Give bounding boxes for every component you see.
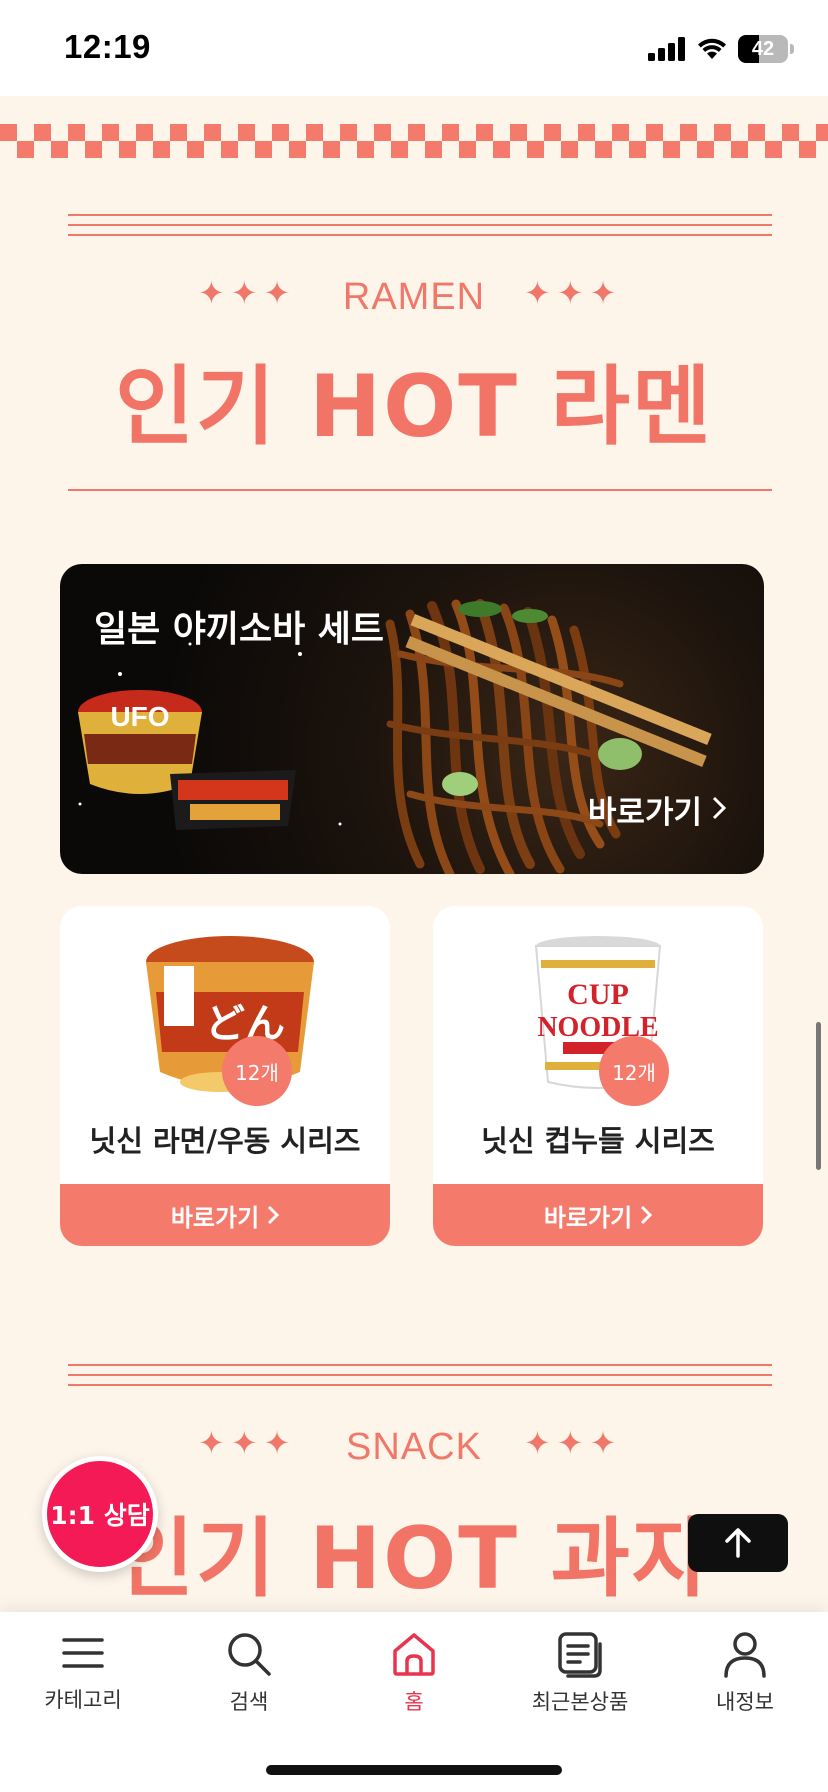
- card-go-button[interactable]: 바로가기: [433, 1184, 763, 1246]
- card-go-label: 바로가기: [543, 1203, 633, 1232]
- battery-icon: 42: [738, 35, 788, 63]
- card-title: 닛신 라면/우동 시리즈: [89, 1124, 361, 1158]
- chevron-right-icon: [641, 1205, 653, 1225]
- card-go-label: 바로가기: [170, 1203, 260, 1232]
- section-title: 인기 HOT 라멘: [114, 357, 714, 457]
- nav-label: 최근본상품: [531, 1690, 629, 1714]
- nav-item-search[interactable]: 검색: [166, 1630, 332, 1726]
- search-icon: [228, 1633, 271, 1676]
- banner-title: 일본 야끼소바 세트: [94, 609, 385, 650]
- home-icon: [393, 1633, 435, 1676]
- divider-line: [68, 1374, 772, 1376]
- wifi-icon: [698, 38, 726, 59]
- yakisoba-banner[interactable]: UFO 일본 야끼소바 세트 바로가기: [60, 564, 764, 874]
- divider-line: [68, 1384, 772, 1386]
- status-icons: 42: [648, 32, 794, 66]
- product-card-ramen-udon[interactable]: どん 12개 닛신 라면/우동 시리즈 바로가기: [60, 906, 390, 1246]
- divider-line: [68, 214, 772, 216]
- checker-pattern-row-1: [0, 124, 828, 141]
- chat-consult-button[interactable]: 1:1 상담: [42, 1456, 158, 1572]
- count-badge: 12개: [222, 1036, 292, 1106]
- nav-item-recent[interactable]: 최근본상품: [497, 1630, 663, 1726]
- status-bar: 12:19 42: [0, 0, 828, 96]
- divider-line: [68, 234, 772, 236]
- recent-products-icon: [558, 1632, 602, 1678]
- nav-item-category[interactable]: 카테고리: [0, 1630, 166, 1726]
- scroll-top-button[interactable]: [688, 1514, 788, 1572]
- checker-pattern-row-2: [0, 141, 828, 158]
- nav-label: 검색: [229, 1690, 269, 1714]
- divider-line: [68, 489, 772, 491]
- divider-line: [68, 1364, 772, 1366]
- scrollbar[interactable]: [816, 1022, 821, 1170]
- stars-decoration: ✦✦✦: [524, 274, 623, 312]
- cup-noodle-image: CUP NOODLE: [534, 936, 662, 1089]
- card-go-button[interactable]: 바로가기: [60, 1184, 390, 1246]
- card-title: 닛신 컵누들 시리즈: [481, 1124, 715, 1158]
- nav-item-my-info[interactable]: 내정보: [662, 1630, 828, 1726]
- nav-label: 내정보: [716, 1690, 774, 1714]
- user-icon: [724, 1632, 766, 1678]
- svg-text:UFO: UFO: [110, 701, 169, 732]
- divider-line: [68, 224, 772, 226]
- nav-item-home[interactable]: 홈: [331, 1630, 497, 1726]
- status-time: 12:19: [64, 28, 151, 65]
- count-badge: 12개: [599, 1036, 669, 1106]
- chevron-right-icon: [712, 792, 727, 828]
- product-card-cup-noodle[interactable]: CUP NOODLE 12개 닛신 컵누들 시리즈 바로가기: [433, 906, 763, 1246]
- section-eyebrow: RAMEN: [342, 276, 486, 318]
- svg-text:CUP: CUP: [567, 978, 629, 1011]
- battery-level: 42: [751, 37, 775, 60]
- stars-decoration: ✦✦✦: [524, 1424, 623, 1462]
- chevron-right-icon: [268, 1205, 280, 1225]
- banner-link-label: 바로가기: [587, 795, 702, 831]
- nav-label: 홈: [404, 1690, 424, 1714]
- banner-link[interactable]: 바로가기: [587, 787, 727, 832]
- nav-label: 카테고리: [44, 1688, 122, 1712]
- signal-icon: [648, 37, 685, 61]
- arrow-up-icon: [725, 1528, 751, 1558]
- battery-tip: [790, 44, 794, 54]
- home-indicator: [266, 1765, 562, 1775]
- menu-icon: [62, 1638, 104, 1668]
